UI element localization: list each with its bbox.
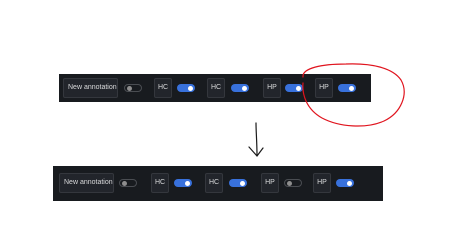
new-annotation-label: New annotation bbox=[63, 78, 118, 98]
hp-toggle-1[interactable] bbox=[284, 179, 302, 187]
toggle-knob bbox=[347, 180, 352, 186]
hp-toggle-1[interactable] bbox=[285, 84, 303, 92]
toggle-label-hp-1: HP bbox=[261, 173, 279, 193]
hc-toggle-2[interactable] bbox=[231, 84, 249, 92]
toggle-knob bbox=[185, 180, 190, 186]
toggle-label-hc-1: HC bbox=[154, 78, 172, 98]
new-annotation-label: New annotation bbox=[59, 173, 114, 193]
hand-drawn-down-arrow-icon bbox=[248, 122, 264, 157]
toggle-label-hc-2: HC bbox=[205, 173, 223, 193]
toggle-knob bbox=[287, 180, 292, 186]
hp-toggle-2[interactable] bbox=[336, 179, 354, 187]
hc-toggle-1[interactable] bbox=[174, 179, 192, 187]
toggle-knob bbox=[349, 85, 354, 91]
hc-toggle-1[interactable] bbox=[177, 84, 195, 92]
new-annotation-toggle[interactable] bbox=[124, 84, 142, 92]
annotation-overlay bbox=[248, 63, 405, 157]
toggle-label-hc-1: HC bbox=[151, 173, 169, 193]
toggle-knob bbox=[188, 85, 193, 91]
toggle-knob bbox=[240, 180, 245, 186]
toggle-label-hp-2: HP bbox=[315, 78, 333, 98]
toggle-label-hp-1: HP bbox=[263, 78, 281, 98]
toggle-knob bbox=[127, 85, 132, 91]
toggle-label-hc-2: HC bbox=[207, 78, 225, 98]
new-annotation-toggle[interactable] bbox=[119, 179, 137, 187]
toggle-knob bbox=[296, 85, 301, 91]
toggle-label-hp-2: HP bbox=[313, 173, 331, 193]
toggle-knob bbox=[122, 180, 127, 186]
hc-toggle-2[interactable] bbox=[229, 179, 247, 187]
toggle-knob bbox=[242, 85, 247, 91]
toolbar-before: New annotation HC HC HP HP bbox=[59, 74, 371, 102]
hp-toggle-2[interactable] bbox=[338, 84, 356, 92]
toolbar-after: New annotation HC HC HP HP bbox=[53, 166, 383, 201]
